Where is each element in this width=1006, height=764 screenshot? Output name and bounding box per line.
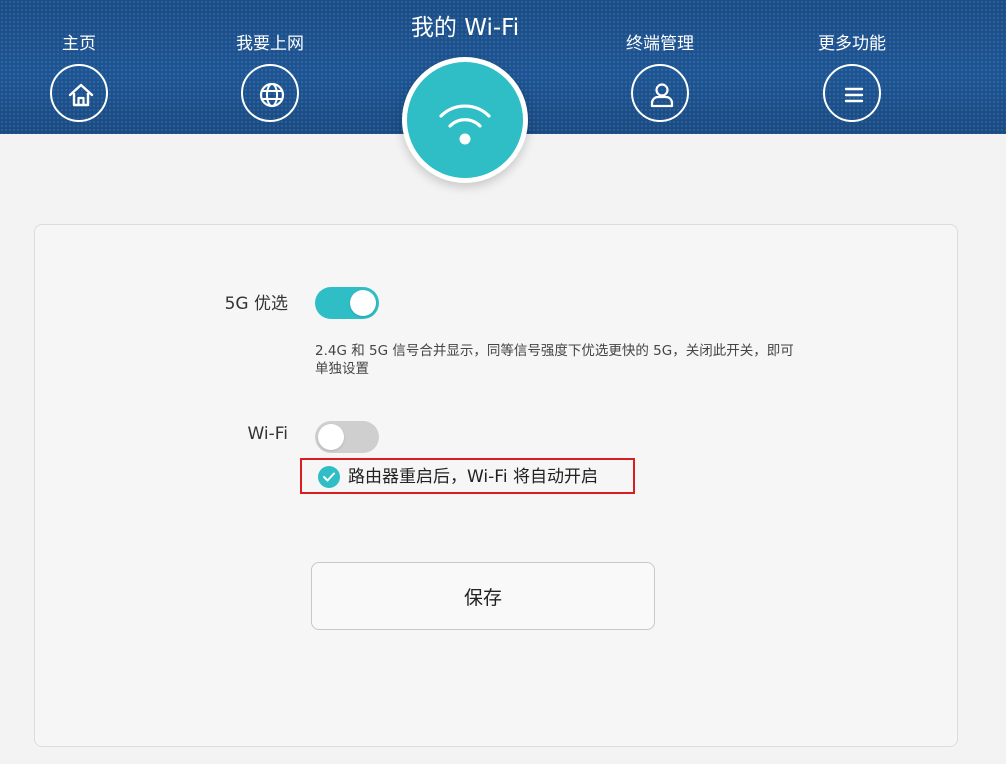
band-steering-description: 2.4G 和 5G 信号合并显示，同等信号强度下优选更快的 5G，关闭此开关，即… (315, 343, 794, 377)
home-icon[interactable] (50, 64, 108, 122)
toggle-knob (350, 290, 376, 316)
menu-icon[interactable] (823, 64, 881, 122)
nav-item-home[interactable]: 主页 (19, 32, 139, 122)
band-steering-toggle[interactable] (315, 287, 379, 319)
wifi-icon (407, 62, 523, 178)
auto-enable-checkbox[interactable] (318, 466, 340, 488)
nav-item-more-label: 更多功能 (818, 34, 886, 54)
save-button[interactable]: 保存 (311, 562, 655, 630)
nav-item-more[interactable]: 更多功能 (792, 32, 912, 122)
nav-item-my-wifi-label: 我的 Wi-Fi (410, 15, 520, 41)
toggle-knob (318, 424, 344, 450)
wifi-label: Wi-Fi (247, 424, 288, 444)
nav-item-devices[interactable]: 终端管理 (600, 32, 720, 122)
band-steering-label: 5G 优选 (224, 294, 288, 314)
nav-item-internet[interactable]: 我要上网 (210, 32, 330, 122)
top-navigation-bar: 主页 我要上网 我的 Wi-Fi 终端管理 更多功能 (0, 0, 1006, 183)
wifi-toggle[interactable] (315, 421, 379, 453)
nav-item-home-label: 主页 (62, 34, 96, 54)
globe-icon[interactable] (241, 64, 299, 122)
nav-item-internet-label: 我要上网 (236, 34, 304, 54)
user-icon[interactable] (631, 64, 689, 122)
nav-item-my-wifi[interactable] (402, 57, 528, 183)
nav-item-devices-label: 终端管理 (626, 34, 694, 54)
auto-enable-text: 路由器重启后，Wi-Fi 将自动开启 (348, 467, 598, 487)
auto-enable-notice: 路由器重启后，Wi-Fi 将自动开启 (300, 458, 635, 494)
